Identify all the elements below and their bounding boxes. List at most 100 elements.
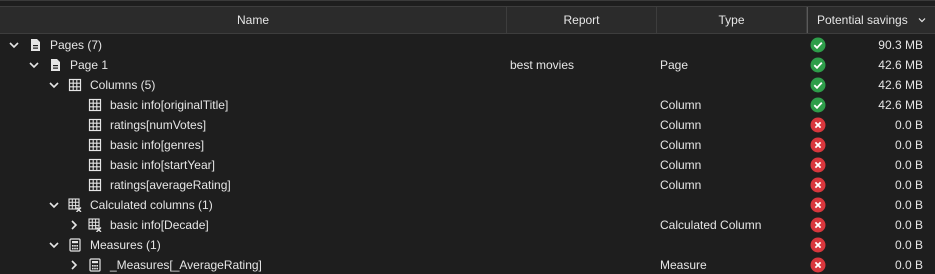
tree-row[interactable]: ratings[averageRating] Column 0.0 B	[0, 175, 935, 195]
savings-value: 0.0 B	[894, 218, 923, 232]
savings-value: 42.6 MB	[878, 58, 923, 72]
name-cell: ratings[numVotes]	[0, 115, 507, 135]
status-cell	[808, 55, 828, 75]
savings-value: 90.3 MB	[878, 38, 923, 52]
tree-row[interactable]: basic info[genres] Column 0.0 B	[0, 135, 935, 155]
chevron-down-icon[interactable]	[8, 39, 20, 51]
row-name-label: _Measures[_AverageRating]	[110, 258, 262, 272]
error-x-icon	[810, 217, 826, 233]
report-cell: best movies	[510, 58, 575, 72]
page-icon	[51, 59, 60, 71]
chevron-right-icon[interactable]	[68, 259, 80, 271]
status-cell	[808, 115, 828, 135]
row-name-label: basic info[startYear]	[110, 158, 215, 172]
tree-row[interactable]: Columns (5) 42.6 MB	[0, 75, 935, 95]
success-check-icon	[810, 37, 826, 53]
table-icon	[68, 78, 82, 92]
column-header-row: Name Report Type Potential savings	[0, 6, 935, 34]
chevron-down-icon[interactable]	[48, 79, 60, 91]
status-cell	[808, 155, 828, 175]
savings-value: 0.0 B	[894, 258, 923, 272]
name-cell: ratings[averageRating]	[0, 175, 507, 195]
status-cell	[808, 235, 828, 255]
name-cell: Columns (5)	[0, 75, 507, 95]
name-cell: Page 1	[0, 55, 507, 75]
name-cell: Measures (1)	[0, 235, 507, 255]
savings-column-label: Potential savings	[817, 13, 908, 27]
name-cell: Calculated columns (1)	[0, 195, 507, 215]
report-cell	[510, 95, 655, 115]
report-cell	[510, 135, 655, 155]
tree-row[interactable]: ratings[numVotes] Column 0.0 B	[0, 115, 935, 135]
tree-row[interactable]: basic info[Decade] Calculated Column 0.0 B	[0, 215, 935, 235]
report-cell	[510, 235, 655, 255]
report-cell	[510, 215, 655, 235]
type-cell	[660, 75, 805, 95]
calculated-column-icon	[68, 198, 82, 212]
error-x-icon	[810, 137, 826, 153]
name-cell: basic info[Decade]	[0, 215, 507, 235]
type-cell: Measure	[660, 258, 707, 272]
error-x-icon	[810, 177, 826, 193]
success-check-icon	[810, 57, 826, 73]
tree-row[interactable]: Page 1 best movies Page 42.6 MB	[0, 55, 935, 75]
tree-row[interactable]: basic info[originalTitle] Column 42.6 MB	[0, 95, 935, 115]
table-icon	[88, 158, 102, 172]
type-cell: Calculated Column	[660, 218, 762, 232]
report-cell	[510, 75, 655, 95]
type-cell: Column	[660, 138, 702, 152]
row-name-label: basic info[Decade]	[110, 218, 209, 232]
row-name-label: Columns (5)	[90, 78, 156, 92]
report-cell	[510, 175, 655, 195]
error-x-icon	[810, 117, 826, 133]
row-name-label: ratings[averageRating]	[110, 178, 231, 192]
name-cell: _Measures[_AverageRating]	[0, 255, 507, 274]
type-column-header[interactable]: Type	[657, 7, 807, 33]
savings-value: 0.0 B	[894, 138, 923, 152]
report-column-header[interactable]: Report	[507, 7, 657, 33]
status-cell	[808, 215, 828, 235]
report-cell	[510, 115, 655, 135]
table-icon	[88, 138, 102, 152]
type-cell	[660, 35, 805, 55]
type-cell: Column	[660, 178, 702, 192]
table-icon	[88, 118, 102, 132]
report-cell	[510, 195, 655, 215]
chevron-right-icon[interactable]	[68, 219, 80, 231]
name-column-header[interactable]: Name	[0, 7, 507, 33]
tree-rows: Pages (7) 90.3 MB Page 1 best movies Page 42.…	[0, 35, 935, 274]
name-cell: basic info[originalTitle]	[0, 95, 507, 115]
savings-column-header[interactable]: Potential savings	[807, 7, 935, 33]
chevron-down-icon[interactable]	[48, 199, 60, 211]
name-cell: Pages (7)	[0, 35, 507, 55]
chevron-down-icon[interactable]	[48, 239, 60, 251]
sort-descending-icon[interactable]	[917, 15, 927, 25]
tree-row[interactable]: Measures (1) 0.0 B	[0, 235, 935, 255]
row-name-label: ratings[numVotes]	[110, 118, 207, 132]
row-name-label: Page 1	[70, 58, 109, 72]
status-cell	[808, 255, 828, 274]
type-cell: Column	[660, 118, 702, 132]
chevron-down-icon[interactable]	[28, 59, 40, 71]
savings-value: 42.6 MB	[878, 98, 923, 112]
status-cell	[808, 135, 828, 155]
status-cell	[808, 75, 828, 95]
success-check-icon	[810, 77, 826, 93]
row-name-label: basic info[genres]	[110, 138, 205, 152]
type-cell: Column	[660, 158, 702, 172]
table-icon	[88, 178, 102, 192]
report-cell	[510, 35, 655, 55]
tree-row[interactable]: Pages (7) 90.3 MB	[0, 35, 935, 55]
tree-row[interactable]: Calculated columns (1) 0.0 B	[0, 195, 935, 215]
tree-row[interactable]: basic info[startYear] Column 0.0 B	[0, 155, 935, 175]
type-cell: Page	[660, 58, 689, 72]
calculated-column-icon	[88, 218, 102, 232]
row-name-label: basic info[originalTitle]	[110, 98, 229, 112]
savings-value: 0.0 B	[894, 198, 923, 212]
savings-tree-grid: Name Report Type Potential savings Pages…	[0, 0, 935, 274]
row-name-label: Measures (1)	[90, 238, 161, 252]
status-cell	[808, 195, 828, 215]
savings-value: 0.0 B	[894, 178, 923, 192]
tree-row[interactable]: _Measures[_AverageRating] Measure 0.0 B	[0, 255, 935, 274]
type-cell	[660, 195, 805, 215]
